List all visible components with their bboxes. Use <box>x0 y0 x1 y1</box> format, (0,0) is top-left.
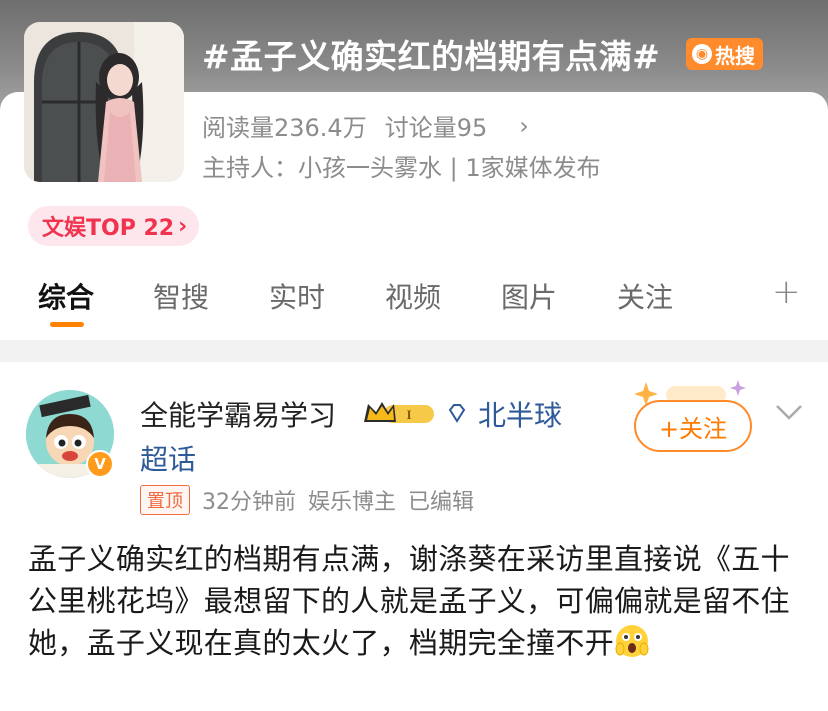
edited-label[interactable]: 已编辑 <box>408 484 474 516</box>
author-role: 娱乐博主 <box>308 490 397 515</box>
post-location[interactable]: 北半球 <box>478 394 562 434</box>
crown-level-icon[interactable]: I <box>362 398 436 428</box>
chevron-right-icon: › <box>519 111 529 140</box>
tab-comprehensive[interactable]: 综合 <box>38 276 94 316</box>
follow-button[interactable]: +关注 <box>634 400 752 452</box>
diamond-icon <box>448 404 466 423</box>
topic-stats[interactable]: 阅读量236.4万 讨论量95 › <box>202 108 529 143</box>
topic-title: #孟子义确实红的档期有点满# <box>202 37 661 76</box>
chevron-right-icon: › <box>178 213 188 239</box>
active-tab-indicator <box>50 322 84 327</box>
post-username[interactable]: 全能学霸易学习 <box>140 394 336 434</box>
shocked-emoji-icon <box>615 625 649 657</box>
topic-cover-image[interactable] <box>24 22 184 182</box>
post-time: 32分钟前 <box>202 490 296 515</box>
read-count: 阅读量236.4万 <box>202 114 367 142</box>
fire-icon: ◉ <box>692 44 712 64</box>
tab-smart-search[interactable]: 智搜 <box>153 276 209 316</box>
tab-images[interactable]: 图片 <box>501 276 557 316</box>
hot-search-label: 热搜 <box>715 43 755 68</box>
supertopic-link[interactable]: 超话 <box>140 438 196 478</box>
post-meta: 置顶 32分钟前 娱乐博主 已编辑 <box>140 484 474 516</box>
tab-following[interactable]: 关注 <box>617 276 673 316</box>
topic-tabs: 综合 智搜 实时 视频 图片 关注 + <box>0 272 828 336</box>
rank-badge[interactable]: 文娱TOP 22 › <box>28 206 200 246</box>
tab-video[interactable]: 视频 <box>385 276 441 316</box>
hot-search-badge[interactable]: ◉ 热搜 <box>686 38 763 70</box>
post-content[interactable]: 孟子义确实红的档期有点满，谢涤葵在采访里直接说《五十公里桃花坞》最想留下的人就是… <box>28 538 808 664</box>
verified-icon: V <box>86 450 114 478</box>
section-divider <box>0 340 828 362</box>
post-text: 孟子义确实红的档期有点满，谢涤葵在采访里直接说《五十公里桃花坞》最想留下的人就是… <box>28 542 790 660</box>
chevron-down-icon[interactable] <box>774 402 804 422</box>
tab-realtime[interactable]: 实时 <box>269 276 325 316</box>
plus-icon[interactable]: + <box>772 272 801 312</box>
topic-host-line[interactable]: 主持人：小孩一头雾水 | 1家媒体发布 <box>202 148 601 183</box>
pinned-badge: 置顶 <box>140 485 190 515</box>
discussion-count: 讨论量95 <box>384 114 488 142</box>
post-card: V 全能学霸易学习 I 北半球 超话 +关注 置顶 32分钟前 娱乐博主 已编辑… <box>0 362 828 711</box>
svg-text:I: I <box>406 407 411 422</box>
rank-label: 文娱TOP 22 <box>42 216 175 241</box>
